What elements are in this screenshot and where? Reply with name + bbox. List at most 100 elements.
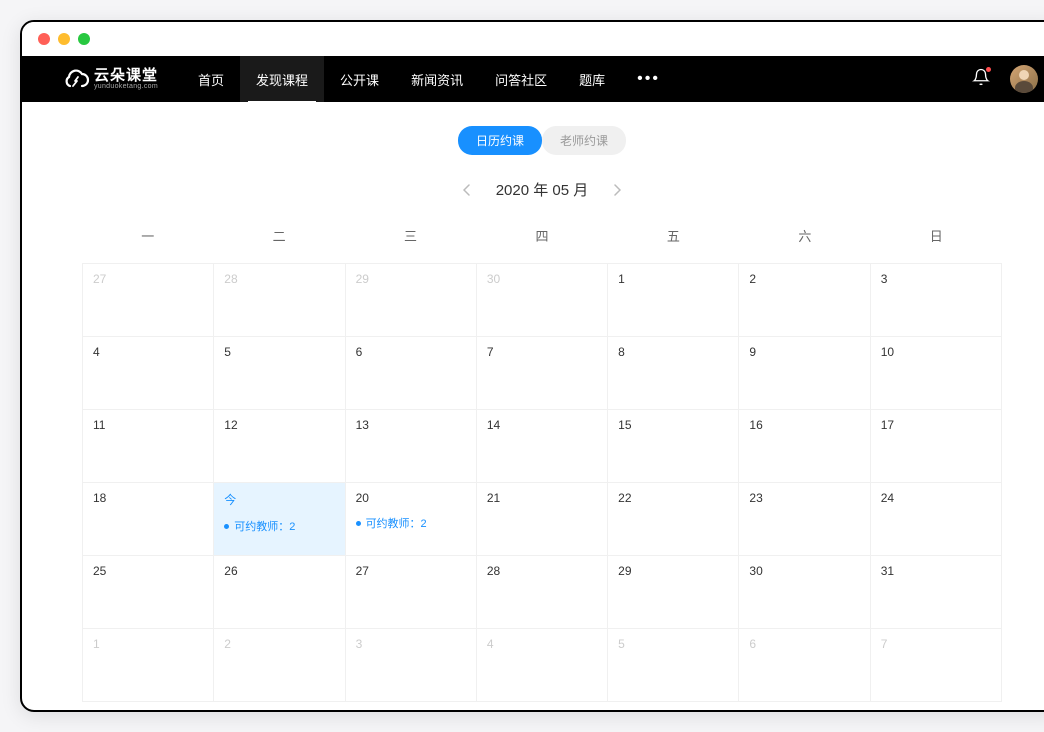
event-text: 可约教师：2 <box>234 518 295 534</box>
window-titlebar <box>22 22 1044 56</box>
day-number: 29 <box>356 272 466 286</box>
day-cell[interactable]: 28 <box>477 556 608 629</box>
month-selector: 2020 年 05 月 <box>82 179 1002 200</box>
day-cell[interactable]: 29 <box>346 264 477 337</box>
day-cell[interactable]: 29 <box>608 556 739 629</box>
day-number: 11 <box>93 418 203 432</box>
day-cell[interactable]: 25 <box>83 556 214 629</box>
booking-mode-tabs: 日历约课 老师约课 <box>82 126 1002 155</box>
day-cell[interactable]: 27 <box>346 556 477 629</box>
day-number: 30 <box>487 272 597 286</box>
day-number: 24 <box>881 491 991 505</box>
available-teachers-badge[interactable]: 可约教师：2 <box>224 518 334 534</box>
day-cell[interactable]: 17 <box>871 410 1002 483</box>
day-number: 22 <box>618 491 728 505</box>
day-number: 5 <box>618 637 728 651</box>
day-cell[interactable]: 28 <box>214 264 345 337</box>
day-cell[interactable]: 22 <box>608 483 739 556</box>
window-maximize-button[interactable] <box>78 33 90 45</box>
day-cell[interactable]: 2 <box>739 264 870 337</box>
brand-logo[interactable]: 云朵课堂 yunduoketang.com <box>62 68 158 90</box>
day-cell[interactable]: 10 <box>871 337 1002 410</box>
day-cell[interactable]: 1 <box>83 629 214 702</box>
day-number: 1 <box>618 272 728 286</box>
day-number: 7 <box>487 345 597 359</box>
day-cell[interactable]: 3 <box>871 264 1002 337</box>
day-cell[interactable]: 13 <box>346 410 477 483</box>
day-cell[interactable]: 31 <box>871 556 1002 629</box>
day-cell[interactable]: 3 <box>346 629 477 702</box>
user-avatar[interactable] <box>1010 65 1038 93</box>
calendar: 一二三四五六日 27282930123456789101112131415161… <box>82 220 1002 702</box>
day-cell[interactable]: 7 <box>477 337 608 410</box>
day-number: 26 <box>224 564 334 578</box>
day-cell[interactable]: 21 <box>477 483 608 556</box>
day-cell[interactable]: 12 <box>214 410 345 483</box>
nav-item[interactable]: 公开课 <box>324 56 395 102</box>
next-month-button[interactable] <box>608 181 626 199</box>
day-cell[interactable]: 20 可约教师：2 <box>346 483 477 556</box>
weekday-label: 日 <box>871 220 1002 251</box>
day-cell[interactable]: 1 <box>608 264 739 337</box>
tab-calendar-booking[interactable]: 日历约课 <box>458 126 542 155</box>
nav-item[interactable]: 新闻资讯 <box>395 56 479 102</box>
day-cell[interactable]: 4 <box>83 337 214 410</box>
day-cell[interactable]: 5 <box>608 629 739 702</box>
day-cell[interactable]: 27 <box>83 264 214 337</box>
window-minimize-button[interactable] <box>58 33 70 45</box>
nav-item[interactable]: 首页 <box>182 56 240 102</box>
day-cell[interactable]: 6 <box>346 337 477 410</box>
day-cell[interactable]: 11 <box>83 410 214 483</box>
weekday-label: 一 <box>82 220 213 251</box>
day-cell[interactable]: 15 <box>608 410 739 483</box>
day-number: 28 <box>487 564 597 578</box>
window-close-button[interactable] <box>38 33 50 45</box>
day-cell[interactable]: 30 <box>477 264 608 337</box>
day-cell[interactable]: 4 <box>477 629 608 702</box>
day-cell[interactable]: 23 <box>739 483 870 556</box>
day-cell[interactable]: 26 <box>214 556 345 629</box>
day-number: 16 <box>749 418 859 432</box>
day-cell[interactable]: 8 <box>608 337 739 410</box>
notifications-button[interactable] <box>972 68 990 91</box>
nav-item[interactable]: 问答社区 <box>479 56 563 102</box>
day-number: 31 <box>881 564 991 578</box>
weekday-header: 一二三四五六日 <box>82 220 1002 251</box>
header-actions <box>972 65 1038 93</box>
day-number: 3 <box>356 637 466 651</box>
day-cell[interactable]: 30 <box>739 556 870 629</box>
day-cell[interactable]: 5 <box>214 337 345 410</box>
day-number: 10 <box>881 345 991 359</box>
nav-more-button[interactable]: ••• <box>621 56 676 102</box>
day-cell[interactable]: 7 <box>871 629 1002 702</box>
weekday-label: 四 <box>476 220 607 251</box>
day-number: 1 <box>93 637 203 651</box>
day-number: 4 <box>487 637 597 651</box>
day-number: 28 <box>224 272 334 286</box>
app-window: 云朵课堂 yunduoketang.com 首页发现课程公开课新闻资讯问答社区题… <box>20 20 1044 712</box>
day-cell[interactable]: 24 <box>871 483 1002 556</box>
day-cell[interactable]: 6 <box>739 629 870 702</box>
day-number: 21 <box>487 491 597 505</box>
nav-item[interactable]: 发现课程 <box>240 56 324 102</box>
available-teachers-badge[interactable]: 可约教师：2 <box>356 515 466 531</box>
day-number: 7 <box>881 637 991 651</box>
day-number: 4 <box>93 345 203 359</box>
nav-item[interactable]: 题库 <box>563 56 621 102</box>
weekday-label: 三 <box>345 220 476 251</box>
day-cell[interactable]: 2 <box>214 629 345 702</box>
day-cell[interactable]: 14 <box>477 410 608 483</box>
prev-month-button[interactable] <box>458 181 476 199</box>
event-text: 可约教师：2 <box>366 515 427 531</box>
day-number: 20 <box>356 491 466 505</box>
day-number: 3 <box>881 272 991 286</box>
tab-teacher-booking[interactable]: 老师约课 <box>542 126 626 155</box>
day-cell[interactable]: 18 <box>83 483 214 556</box>
main-content: 日历约课 老师约课 2020 年 05 月 一二三四五六日 2728293012… <box>22 102 1044 710</box>
day-number: 5 <box>224 345 334 359</box>
day-number: 2 <box>749 272 859 286</box>
day-cell[interactable]: 9 <box>739 337 870 410</box>
day-cell[interactable]: 16 <box>739 410 870 483</box>
day-number: 27 <box>93 272 203 286</box>
day-cell[interactable]: 今可约教师：2 <box>214 483 345 556</box>
